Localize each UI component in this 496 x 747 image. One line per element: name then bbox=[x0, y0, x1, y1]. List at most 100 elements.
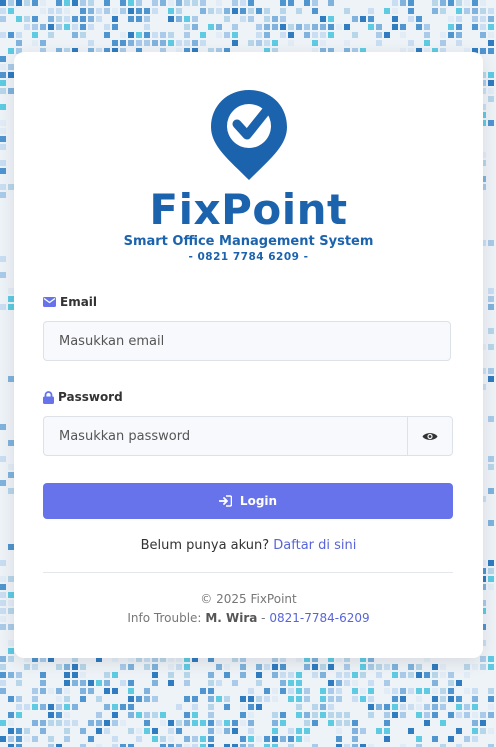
background-tile bbox=[456, 712, 462, 718]
background-tile bbox=[80, 32, 86, 38]
background-tile bbox=[272, 664, 278, 670]
background-tile bbox=[16, 736, 22, 742]
copyright: © 2025 FixPoint bbox=[200, 592, 297, 606]
background-tile bbox=[152, 664, 158, 670]
background-tile bbox=[488, 656, 494, 662]
background-tile bbox=[152, 0, 158, 6]
background-tile bbox=[32, 688, 38, 694]
background-tile bbox=[480, 32, 486, 38]
background-tile bbox=[216, 8, 222, 14]
background-tile bbox=[320, 40, 326, 46]
background-tile bbox=[424, 32, 430, 38]
background-tile bbox=[296, 672, 302, 678]
background-tile bbox=[456, 704, 462, 710]
background-tile bbox=[120, 704, 126, 710]
background-tile bbox=[488, 240, 494, 246]
background-tile bbox=[120, 8, 126, 14]
background-tile bbox=[192, 40, 198, 46]
background-tile bbox=[248, 8, 254, 14]
background-tile bbox=[272, 712, 278, 718]
background-tile bbox=[64, 720, 70, 726]
background-tile bbox=[216, 0, 222, 6]
background-tile bbox=[280, 672, 286, 678]
background-tile bbox=[336, 728, 342, 734]
background-tile bbox=[288, 32, 294, 38]
email-input[interactable] bbox=[43, 321, 451, 361]
background-tile bbox=[104, 8, 110, 14]
background-tile bbox=[360, 728, 366, 734]
background-tile bbox=[376, 40, 382, 46]
background-tile bbox=[16, 696, 22, 702]
background-tile bbox=[368, 680, 374, 686]
register-link[interactable]: Daftar di sini bbox=[273, 538, 356, 553]
background-tile bbox=[464, 672, 470, 678]
background-tile bbox=[128, 8, 134, 14]
background-tile bbox=[216, 696, 222, 702]
background-tile bbox=[432, 664, 438, 670]
background-tile bbox=[0, 480, 6, 486]
background-tile bbox=[232, 32, 238, 38]
background-tile bbox=[336, 736, 342, 742]
background-tile bbox=[96, 696, 102, 702]
background-tile bbox=[416, 672, 422, 678]
background-tile bbox=[488, 376, 494, 382]
password-input[interactable] bbox=[43, 416, 409, 456]
background-tile bbox=[176, 728, 182, 734]
background-tile bbox=[56, 704, 62, 710]
background-tile bbox=[488, 48, 494, 54]
footer: © 2025 FixPoint Info Trouble: M. Wira - … bbox=[14, 590, 483, 628]
background-tile bbox=[488, 728, 494, 734]
background-tile bbox=[208, 8, 214, 14]
background-tile bbox=[376, 728, 382, 734]
background-tile bbox=[328, 720, 334, 726]
background-tile bbox=[280, 736, 286, 742]
background-tile bbox=[368, 16, 374, 22]
login-button[interactable]: Login bbox=[43, 483, 453, 519]
toggle-password-button[interactable] bbox=[407, 416, 453, 456]
background-tile bbox=[232, 728, 238, 734]
background-tile bbox=[56, 24, 62, 30]
background-tile bbox=[144, 688, 150, 694]
background-tile bbox=[424, 40, 430, 46]
background-tile bbox=[296, 24, 302, 30]
background-tile bbox=[32, 32, 38, 38]
background-tile bbox=[280, 664, 286, 670]
background-tile bbox=[8, 736, 14, 742]
background-tile bbox=[0, 272, 6, 278]
background-tile bbox=[0, 104, 6, 110]
background-tile bbox=[488, 712, 494, 718]
background-tile bbox=[184, 720, 190, 726]
background-tile bbox=[200, 736, 206, 742]
background-tile bbox=[384, 704, 390, 710]
background-tile bbox=[80, 8, 86, 14]
password-label: Password bbox=[43, 390, 123, 404]
background-tile bbox=[328, 24, 334, 30]
background-tile bbox=[72, 704, 78, 710]
background-tile bbox=[176, 16, 182, 22]
background-tile bbox=[408, 688, 414, 694]
background-tile bbox=[80, 16, 86, 22]
background-tile bbox=[136, 736, 142, 742]
background-tile bbox=[296, 680, 302, 686]
background-tile bbox=[272, 696, 278, 702]
background-tile bbox=[408, 0, 414, 6]
background-tile bbox=[408, 40, 414, 46]
background-tile bbox=[64, 704, 70, 710]
background-tile bbox=[312, 24, 318, 30]
background-tile bbox=[320, 704, 326, 710]
background-tile bbox=[368, 696, 374, 702]
background-tile bbox=[184, 736, 190, 742]
background-tile bbox=[336, 688, 342, 694]
background-tile bbox=[472, 728, 478, 734]
background-tile bbox=[48, 8, 54, 14]
background-tile bbox=[264, 16, 270, 22]
sign-in-icon bbox=[218, 495, 232, 507]
background-tile bbox=[472, 8, 478, 14]
background-tile bbox=[344, 712, 350, 718]
background-tile bbox=[416, 16, 422, 22]
background-tile bbox=[240, 720, 246, 726]
background-tile bbox=[112, 672, 118, 678]
background-tile bbox=[352, 728, 358, 734]
background-tile bbox=[368, 24, 374, 30]
background-tile bbox=[0, 64, 6, 70]
